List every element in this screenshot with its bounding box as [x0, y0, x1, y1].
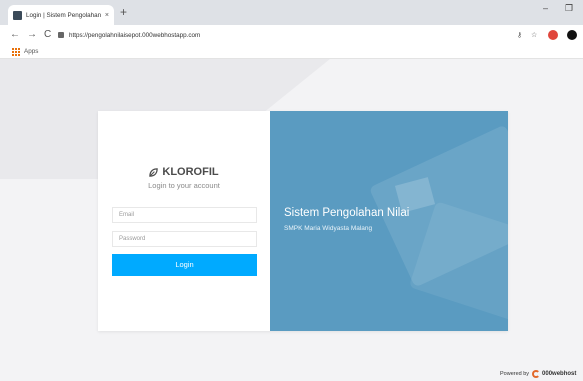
star-icon[interactable]: ☆ [531, 31, 537, 39]
powered-by-badge[interactable]: Powered by 000webhost [500, 370, 576, 378]
profile-icon[interactable] [567, 30, 577, 40]
powered-brand: 000webhost [542, 371, 577, 377]
close-tab-button[interactable]: × [105, 12, 109, 19]
apps-icon[interactable] [12, 47, 20, 56]
tab-bar: Login | Sistem Pengolahan Nilai × + – ❐ [0, 0, 583, 25]
powered-prefix: Powered by [500, 371, 530, 377]
forward-button[interactable]: → [27, 27, 37, 43]
banner-subtitle: SMPK Maria Widyasta Malang [284, 225, 373, 232]
apps-bookmark[interactable]: Apps [24, 48, 38, 55]
login-subtitle: Login to your account [148, 181, 220, 190]
bookmarks-bar: Apps [0, 45, 583, 59]
minimize-button[interactable]: – [543, 3, 548, 13]
brand-logo: KLOROFIL [98, 166, 270, 178]
login-button[interactable]: Login [112, 254, 257, 276]
brand-name: KLOROFIL [162, 166, 219, 178]
webhost-logo-icon [532, 370, 541, 378]
browser-toolbar: ← → C https://pengolahnilaisepot.000webh… [0, 25, 583, 45]
maximize-button[interactable]: ❐ [565, 3, 573, 14]
favicon-icon [13, 10, 22, 20]
leaf-icon [149, 167, 159, 177]
extension-icon[interactable] [548, 30, 558, 40]
tab-title: Login | Sistem Pengolahan Nilai [26, 11, 102, 19]
email-field[interactable]: Email [112, 207, 257, 223]
password-field[interactable]: Password [112, 231, 257, 247]
browser-tab[interactable]: Login | Sistem Pengolahan Nilai × [8, 5, 114, 25]
key-icon[interactable]: ⚷ [517, 31, 522, 39]
banner-title: Sistem Pengolahan Nilai [284, 207, 410, 219]
new-tab-button[interactable]: + [120, 5, 127, 19]
login-panel: KLOROFIL Login to your account Email Pas… [98, 111, 270, 331]
lock-icon [58, 32, 64, 38]
back-button[interactable]: ← [10, 27, 20, 43]
address-bar[interactable]: https://pengolahnilaisepot.000webhostapp… [58, 28, 508, 42]
banner-panel: Sistem Pengolahan Nilai SMPK Maria Widya… [270, 111, 508, 331]
login-card: KLOROFIL Login to your account Email Pas… [98, 111, 508, 331]
url-text[interactable]: https://pengolahnilaisepot.000webhostapp… [69, 32, 200, 39]
reload-button[interactable]: C [44, 27, 51, 43]
